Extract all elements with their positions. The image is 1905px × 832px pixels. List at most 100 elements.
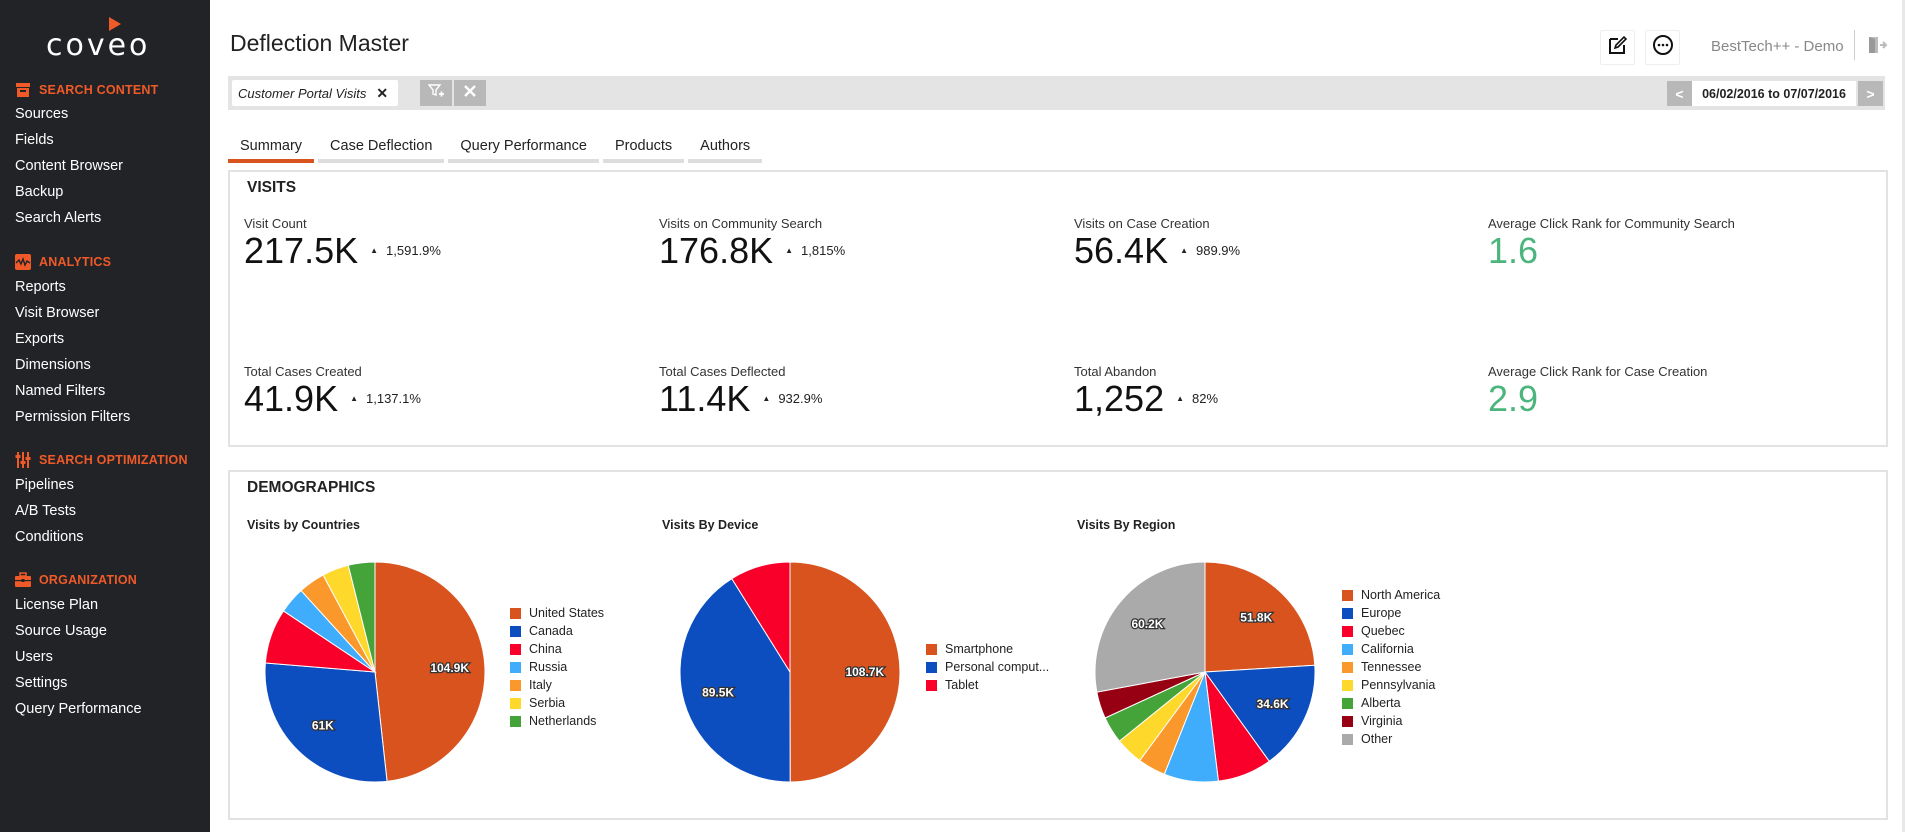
pie-data-label: 108.7K [845,665,884,679]
section-title: ORGANIZATION [39,573,137,587]
kpi-total-cases-deflected: Total Cases Deflected 11.4K ▲ 932.9% [659,364,822,418]
sidebar-item-reports[interactable]: Reports [15,279,66,295]
remove-filter-icon[interactable]: ✕ [376,85,388,102]
section-search-content: SEARCH CONTENT [15,82,158,98]
archive-box-icon [15,82,31,98]
legend-swatch [1342,589,1353,601]
sidebar-item-named-filters[interactable]: Named Filters [15,383,105,399]
sidebar-item-query-performance[interactable]: Query Performance [15,701,142,717]
legend-item-other[interactable]: Other [1342,730,1440,748]
filter-chip[interactable]: Customer Portal Visits ✕ [232,80,399,106]
filter-bar: Customer Portal Visits ✕ [228,76,1673,110]
legend-swatch [510,661,521,673]
trend-up-icon: ▲ [1176,394,1185,403]
legend-item-tennessee[interactable]: Tennessee [1342,658,1440,676]
sidebar-item-ab-tests[interactable]: A/B Tests [15,503,76,519]
edit-button[interactable] [1600,30,1635,65]
legend-item-china[interactable]: China [510,640,604,658]
legend-item-personal-comput[interactable]: Personal comput... [926,658,1049,676]
legend-swatch [510,697,521,709]
section-title: SEARCH OPTIMIZATION [39,453,188,467]
legend-item-europe[interactable]: Europe [1342,604,1440,622]
tab-summary[interactable]: Summary [228,136,315,163]
pie-chart-region: 51.8K 34.6K 60.2K [1094,561,1316,783]
tab-products[interactable]: Products [602,136,685,163]
date-range-text[interactable]: 06/02/2016 to 07/07/2016 [1692,81,1856,106]
sidebar-item-fields[interactable]: Fields [15,132,54,148]
kpi-visits-community-search: Visits on Community Search 176.8K ▲ 1,81… [659,216,845,270]
legend-item-pennsylvania[interactable]: Pennsylvania [1342,676,1440,694]
sidebar-item-content-browser[interactable]: Content Browser [15,158,123,174]
legend-label: Smartphone [945,642,1014,656]
kpi-avg-click-rank-community: Average Click Rank for Community Search … [1488,216,1735,270]
sidebar-item-permission-filters[interactable]: Permission Filters [15,409,130,425]
legend-item-italy[interactable]: Italy [510,676,604,694]
previous-period-button[interactable]: < [1667,81,1692,106]
kpi-change: 82% [1192,391,1219,406]
sidebar-item-exports[interactable]: Exports [15,331,64,347]
section-title: SEARCH CONTENT [39,83,159,97]
legend-item-canada[interactable]: Canada [510,622,604,640]
legend-item-virginia[interactable]: Virginia [1342,712,1440,730]
sidebar-item-users[interactable]: Users [15,649,53,665]
panel-title: DEMOGRAPHICS [247,479,376,496]
sidebar-item-dimensions[interactable]: Dimensions [15,357,91,373]
legend-swatch [1342,607,1353,619]
visits-panel: VISITS Visit Count 217.5K ▲ 1,591.9% Vis… [228,170,1888,447]
legend-item-russia[interactable]: Russia [510,658,604,676]
next-period-button[interactable]: > [1858,81,1883,106]
legend-swatch [510,643,521,655]
trend-up-icon: ▲ [1180,246,1188,255]
clear-filters-button[interactable] [454,80,486,106]
legend-item-alberta[interactable]: Alberta [1342,694,1440,712]
kpi-value: 176.8K [659,230,774,271]
coveo-logo[interactable]: coveo [46,17,156,63]
demographics-panel: DEMOGRAPHICS Visits by Countries 104.9K 6… [228,470,1888,820]
sidebar-item-settings[interactable]: Settings [15,675,67,691]
pie-data-label: 61K [312,719,334,733]
tab-authors[interactable]: Authors [688,136,763,163]
edit-icon [1607,34,1629,61]
legend-item-smartphone[interactable]: Smartphone [926,640,1049,658]
kpi-change: 932.9% [778,391,823,406]
organization-name[interactable]: BestTech++ - Demo [1711,38,1844,55]
chart-title-region: Visits By Region [1077,518,1176,532]
legend-label: Pennsylvania [1361,678,1436,692]
legend-item-quebec[interactable]: Quebec [1342,622,1440,640]
sidebar-item-license-plan[interactable]: License Plan [15,597,98,613]
legend-item-california[interactable]: California [1342,640,1440,658]
clear-filters-icon [463,84,477,103]
sidebar-item-conditions[interactable]: Conditions [15,529,84,545]
pie-data-label: 51.8K [1240,611,1272,625]
legend-item-tablet[interactable]: Tablet [926,676,1049,694]
legend-item-united-states[interactable]: United States [510,604,604,622]
kpi-label: Visits on Case Creation [1074,216,1210,231]
trend-up-icon: ▲ [350,394,358,403]
kpi-value: 217.5K [244,230,359,271]
sidebar-item-pipelines[interactable]: Pipelines [15,477,74,493]
tab-query-performance[interactable]: Query Performance [448,136,599,163]
sidebar-item-backup[interactable]: Backup [15,184,63,200]
add-filter-button[interactable] [420,80,452,106]
pie-chart-device: 108.7K 89.5K [679,561,901,783]
add-filter-icon [427,83,444,104]
section-analytics: ANALYTICS [15,254,111,270]
legend-item-netherlands[interactable]: Netherlands [510,712,604,730]
kpi-label: Visit Count [244,216,307,231]
logout-icon[interactable] [1868,36,1888,54]
more-options-button[interactable] [1645,30,1680,65]
legend-swatch [1342,643,1353,655]
more-options-icon [1652,34,1674,61]
legend-item-north-america[interactable]: North America [1342,586,1440,604]
sidebar-item-visit-browser[interactable]: Visit Browser [15,305,99,321]
sidebar-item-sources[interactable]: Sources [15,106,68,122]
legend-label: Virginia [1361,714,1403,728]
sidebar-item-source-usage[interactable]: Source Usage [15,623,107,639]
legend-swatch [926,679,937,691]
legend-item-serbia[interactable]: Serbia [510,694,604,712]
chart-title-device: Visits By Device [662,518,759,532]
legend-label: Alberta [1361,696,1401,710]
legend-countries: United States Canada China Russia Italy Serbi… [510,604,604,730]
sidebar-item-search-alerts[interactable]: Search Alerts [15,210,101,226]
tab-case-deflection[interactable]: Case Deflection [318,136,445,163]
